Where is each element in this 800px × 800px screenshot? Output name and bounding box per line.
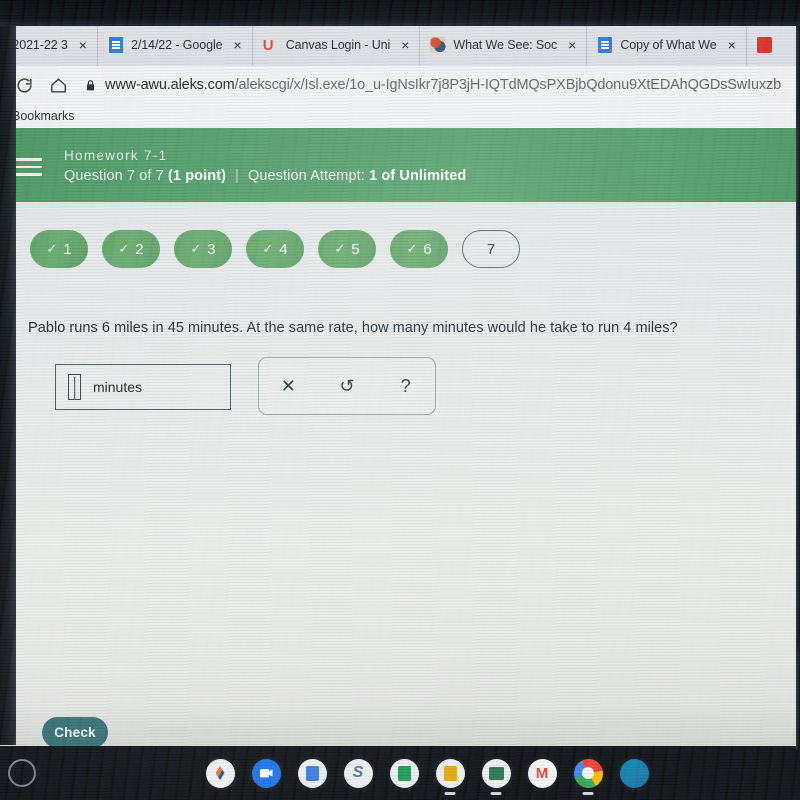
browser-tab-strip: gy 2021-22 3 × 2/14/22 - Google × U Canv…: [0, 24, 800, 66]
aleks-page: Homework 7-1 Question 7 of 7 (1 point) |…: [0, 128, 800, 746]
url-text: www-awu.aleks.com/alekscgi/x/Isl.exe/1o_…: [105, 77, 781, 93]
google-docs-icon[interactable]: [297, 758, 327, 788]
image-thumb-icon: [430, 37, 447, 53]
google-classroom-icon[interactable]: [481, 758, 511, 788]
google-meet-icon[interactable]: [251, 758, 281, 788]
clear-x-icon[interactable]: ✕: [268, 377, 308, 395]
undo-icon[interactable]: ↺: [327, 377, 367, 395]
check-icon: ✓: [406, 241, 418, 256]
question-progress: Question 7 of 7 (1 point): [64, 168, 227, 184]
assignment-title: Homework 7-1: [64, 148, 168, 163]
pill-number: 6: [423, 240, 432, 258]
bookmarks-bar: Bookmarks: [0, 104, 800, 128]
text-cursor-icon: [68, 374, 81, 400]
google-chrome-icon[interactable]: [573, 758, 603, 788]
pill-number: 5: [351, 240, 360, 258]
check-icon: ✓: [262, 241, 274, 256]
attempt-info: Question Attempt: 1 of Unlimited: [247, 168, 467, 184]
scratch-s-icon[interactable]: S: [343, 758, 373, 788]
question-text: Pablo runs 6 miles in 45 minutes. At the…: [28, 320, 678, 336]
bookmark-label: Bookmarks: [12, 109, 75, 123]
hamburger-menu-icon[interactable]: [14, 156, 42, 178]
tab-title: Copy of What We: [620, 38, 717, 52]
google-docs-icon: [597, 37, 613, 53]
canvas-u-icon: U: [262, 36, 274, 54]
lock-icon: [84, 78, 97, 93]
tab-title: What We See: Soc: [453, 38, 558, 52]
pill-number: 7: [486, 240, 496, 258]
address-bar[interactable]: www-awu.aleks.com/alekscgi/x/Isl.exe/1o_…: [78, 71, 800, 99]
browser-tab[interactable]: 2/14/22 - Google ×: [98, 24, 253, 66]
answer-area: minutes ✕ ↺ ?: [55, 357, 800, 415]
chrome-browser-window: gy 2021-22 3 × 2/14/22 - Google × U Canv…: [0, 24, 800, 746]
pill-number: 2: [135, 240, 144, 258]
check-button[interactable]: Check: [42, 716, 108, 746]
question-pill-2[interactable]: ✓ 2: [102, 230, 160, 268]
tab-close-icon[interactable]: ×: [230, 38, 248, 52]
app-launcher-icon[interactable]: [205, 758, 235, 788]
pill-number: 3: [207, 240, 216, 258]
photo-left-edge: [0, 0, 16, 745]
url-path: /alekscgi/x/Isl.exe/1o_u-IgNsIkr7j8P3jH-…: [234, 77, 782, 93]
question-points: (1 point): [167, 168, 227, 184]
attempt-value: 1 of Unlimited: [369, 168, 467, 184]
url-host: www-awu.aleks.com: [105, 77, 235, 93]
tab-title: Canvas Login - Uni: [285, 38, 391, 52]
browser-tab[interactable]: Copy of What We ×: [587, 24, 747, 66]
photo-top-edge: [0, 0, 800, 26]
tab-title: 2/14/22 - Google: [130, 38, 223, 52]
question-pill-1[interactable]: ✓ 1: [30, 230, 88, 268]
tab-close-icon[interactable]: ×: [564, 38, 582, 52]
check-icon: ✓: [190, 241, 202, 256]
question-pill-7[interactable]: 7: [462, 230, 520, 268]
chromeos-shelf: S M: [0, 746, 800, 800]
status-area-glow: [8, 759, 36, 787]
question-status-line: Question 7 of 7 (1 point) | Question Att…: [64, 168, 466, 184]
answer-tool-panel: ✕ ↺ ?: [258, 357, 436, 415]
browser-tab[interactable]: What We See: Soc ×: [420, 24, 588, 66]
browser-toolbar: www-awu.aleks.com/alekscgi/x/Isl.exe/1o_…: [0, 66, 800, 104]
pill-number: 1: [63, 240, 72, 258]
help-question-icon[interactable]: ?: [386, 377, 426, 395]
red-site-icon: [757, 37, 773, 53]
edge-browser-icon[interactable]: [619, 758, 649, 788]
header-separator: |: [235, 168, 239, 184]
pill-number: 4: [279, 240, 288, 258]
question-nav-pills: ✓ 1 ✓ 2 ✓ 3 ✓ 4 ✓ 5 ✓ 6 7: [0, 202, 800, 268]
photo-right-edge: [796, 0, 800, 750]
answer-input[interactable]: minutes: [55, 364, 231, 410]
answer-unit-label: minutes: [93, 379, 143, 395]
tab-close-icon[interactable]: ×: [724, 38, 742, 52]
aleks-header: Homework 7-1 Question 7 of 7 (1 point) |…: [0, 128, 800, 202]
screenshot-root: gy 2021-22 3 × 2/14/22 - Google × U Canv…: [0, 0, 800, 800]
check-bar: Check: [0, 704, 800, 746]
google-docs-icon: [108, 37, 124, 53]
browser-tab[interactable]: U Canvas Login - Uni ×: [253, 24, 421, 66]
google-slides-icon[interactable]: [435, 758, 465, 788]
check-icon: ✓: [118, 241, 130, 256]
question-pill-6[interactable]: ✓ 6: [390, 230, 448, 268]
tab-close-icon[interactable]: ×: [75, 38, 93, 52]
check-icon: ✓: [46, 241, 58, 256]
tab-close-icon[interactable]: ×: [397, 38, 415, 52]
gmail-icon[interactable]: M: [527, 758, 557, 788]
question-pill-5[interactable]: ✓ 5: [318, 230, 376, 268]
google-sheets-icon[interactable]: [389, 758, 419, 788]
question-pill-3[interactable]: ✓ 3: [174, 230, 232, 268]
home-icon[interactable]: [44, 71, 72, 99]
browser-tab[interactable]: [747, 24, 773, 66]
question-pill-4[interactable]: ✓ 4: [246, 230, 304, 268]
check-icon: ✓: [334, 241, 346, 256]
